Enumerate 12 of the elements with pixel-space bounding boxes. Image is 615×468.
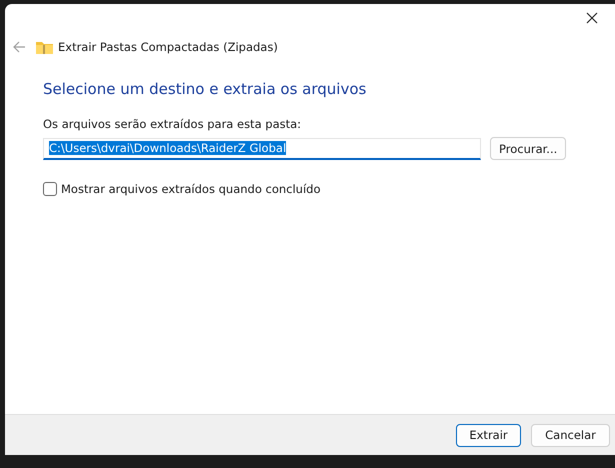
back-arrow-icon[interactable]	[12, 40, 26, 54]
dialog-heading: Selecione um destino e extraia os arquivos	[43, 80, 368, 98]
window-title: Extrair Pastas Compactadas (Zipadas)	[58, 40, 278, 54]
browse-button[interactable]: Procurar...	[490, 137, 566, 160]
destination-label: Os arquivos serão extraídos para esta pasta:	[43, 117, 302, 131]
cancel-button[interactable]: Cancelar	[531, 424, 610, 446]
checkbox-label: Mostrar arquivos extraídos quando concluído	[61, 182, 321, 196]
extract-button[interactable]: Extrair	[456, 424, 521, 446]
destination-field[interactable]: C:\Users\dvrai\Downloads\RaiderZ Global	[43, 138, 481, 160]
zipped-folder-icon	[36, 40, 53, 54]
checkbox[interactable]	[43, 182, 57, 196]
close-icon	[586, 12, 598, 24]
